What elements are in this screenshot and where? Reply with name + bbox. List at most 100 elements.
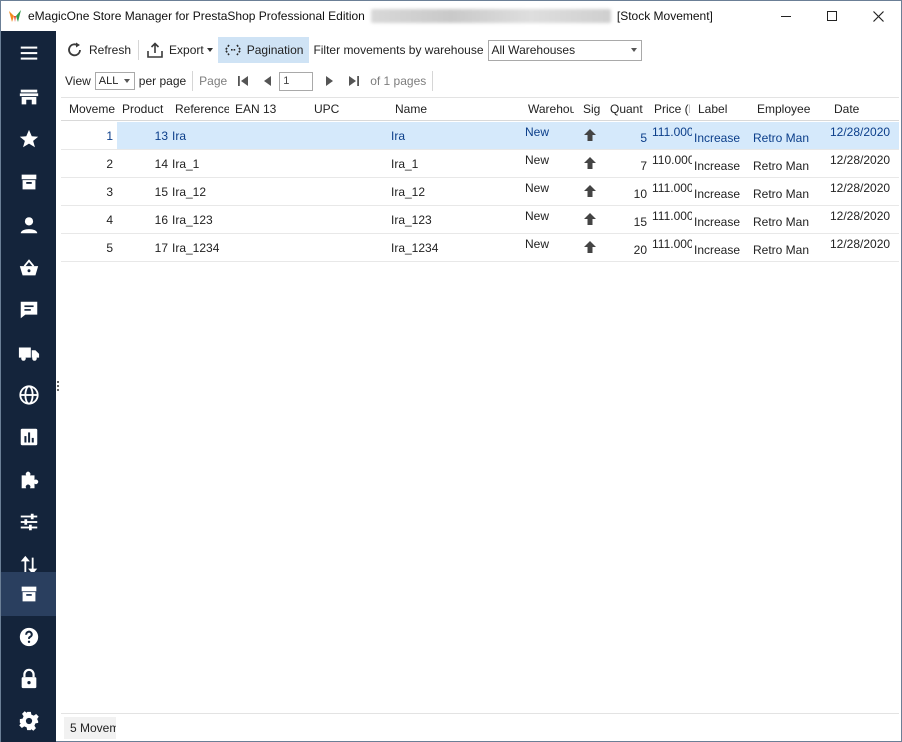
chart-icon [20, 428, 37, 446]
app-title: eMagicOne Store Manager for PrestaShop P… [28, 9, 365, 23]
previous-page-button[interactable] [258, 72, 276, 90]
sidebar-item-stock[interactable] [1, 572, 56, 616]
app-window: eMagicOne Store Manager for PrestaShop P… [0, 0, 902, 742]
refresh-button[interactable]: Refresh [61, 37, 136, 63]
sidebar-item-addons[interactable] [1, 460, 56, 500]
cell-product: 13 [154, 129, 168, 143]
status-bar: 5 Movements [61, 713, 899, 741]
panel-splitter[interactable] [57, 381, 60, 393]
arrow-up-icon [584, 129, 596, 141]
sidebar-item-settings-sliders[interactable] [1, 502, 56, 542]
export-button[interactable]: Export [141, 37, 218, 63]
cell-warehouse: New [525, 153, 550, 167]
per-page-label: per page [138, 74, 187, 88]
next-page-button[interactable] [321, 72, 339, 90]
column-header-movement[interactable]: Moveme [63, 98, 117, 121]
minimize-button[interactable] [763, 1, 809, 31]
column-header-date[interactable]: Date [828, 98, 898, 121]
chevron-down-icon [123, 79, 130, 83]
cell-quantity: 7 [640, 159, 647, 173]
cell-quantity: 20 [633, 243, 647, 257]
table-row[interactable]: 5 17 Ira_1234 Ira_1234 New 20 111.000 In… [61, 234, 899, 262]
column-header-sign[interactable]: Sig [577, 98, 605, 121]
cell-product: 16 [154, 213, 168, 227]
cell-reference: Ira [172, 129, 187, 143]
table-row[interactable]: 1 13 Ira Ira New 5 111.000 Increase Retr… [61, 122, 899, 150]
maximize-button[interactable] [809, 1, 855, 31]
cell-movement: 3 [106, 185, 113, 199]
column-header-upc[interactable]: UPC [308, 98, 388, 121]
cell-date: 12/28/2020 [830, 237, 891, 251]
cell-movement: 1 [106, 129, 113, 143]
chevron-down-icon [630, 48, 637, 52]
sidebar-item-orders[interactable] [1, 248, 56, 288]
sidebar-item-products[interactable] [1, 162, 56, 202]
maximize-icon [827, 11, 837, 21]
close-button[interactable] [855, 1, 901, 31]
sidebar-item-localization[interactable] [1, 375, 56, 415]
cell-reference: Ira_1234 [172, 241, 220, 255]
pagination-icon [224, 44, 242, 56]
column-header-label[interactable]: Label [692, 98, 748, 121]
sidebar-item-store[interactable] [1, 77, 56, 117]
cell-product: 17 [154, 241, 168, 255]
table-row[interactable]: 4 16 Ira_123 Ira_123 New 15 111.000 Incr… [61, 206, 899, 234]
pager-toolbar: View ALL per page Page 1 of 1 pages [61, 69, 899, 93]
basket-icon [19, 259, 38, 276]
stock-movement-grid: Moveme Product Reference EAN 13 UPC Name… [61, 97, 899, 711]
page-number-input[interactable]: 1 [279, 71, 314, 91]
last-page-button[interactable] [345, 72, 363, 90]
cell-quantity: 5 [640, 131, 647, 145]
cell-label: Increase [694, 243, 741, 257]
arrow-up-icon [584, 157, 596, 169]
blurred-store-name [370, 9, 611, 23]
per-page-select[interactable]: ALL [94, 72, 135, 90]
column-header-ean13[interactable]: EAN 13 [229, 98, 309, 121]
table-row[interactable]: 2 14 Ira_1 Ira_1 New 7 110.000 Increase … [61, 150, 899, 178]
cell-sign [583, 156, 599, 173]
sidebar-menu-button[interactable] [1, 33, 56, 73]
cell-reference: Ira_12 [172, 185, 207, 199]
menu-icon [20, 46, 37, 60]
column-header-employee[interactable]: Employee [751, 98, 827, 121]
record-count-label: 5 Movements [64, 717, 116, 739]
title-bar: eMagicOne Store Manager for PrestaShop P… [1, 1, 901, 31]
column-header-price[interactable]: Price (I [648, 98, 690, 121]
sidebar-item-reports[interactable] [1, 417, 56, 457]
of-pages-label: of 1 pages [370, 74, 427, 88]
cell-employee: Retro Man [753, 215, 810, 229]
sidebar-item-lock[interactable] [1, 659, 56, 699]
cell-quantity: 10 [633, 187, 647, 201]
help-icon [19, 627, 38, 647]
store-icon [19, 89, 38, 105]
sidebar-item-messages[interactable] [1, 290, 56, 330]
sidebar-item-help[interactable] [1, 617, 56, 657]
column-header-quantity[interactable]: Quant [604, 98, 650, 121]
cell-sign [583, 184, 599, 201]
cell-name: Ira_12 [391, 185, 426, 199]
cell-price: 111.000 [652, 209, 692, 223]
cell-label: Increase [694, 159, 741, 173]
warehouse-select[interactable]: All Warehouses [487, 39, 642, 61]
cell-price: 111.000 [652, 125, 692, 139]
column-header-warehouse[interactable]: Warehou [522, 98, 574, 121]
column-header-product[interactable]: Product [116, 98, 170, 121]
column-header-name[interactable]: Name [389, 98, 519, 121]
first-page-icon [238, 76, 249, 86]
table-row[interactable]: 3 15 Ira_12 Ira_12 New 10 111.000 Increa… [61, 178, 899, 206]
cell-warehouse: New [525, 125, 550, 139]
first-page-button[interactable] [234, 72, 252, 90]
cell-label: Increase [694, 131, 741, 145]
sidebar-item-shipping[interactable] [1, 333, 56, 373]
column-header-reference[interactable]: Reference [169, 98, 229, 121]
arrow-up-icon [584, 241, 596, 253]
sidebar-item-customers[interactable] [1, 205, 56, 245]
truck-icon [18, 347, 39, 361]
sidebar-item-settings[interactable] [1, 701, 56, 741]
cell-sign [583, 240, 599, 257]
cell-movement: 2 [106, 157, 113, 171]
sidebar-item-favorites[interactable] [1, 119, 56, 159]
app-logo-icon [7, 8, 23, 24]
pagination-button[interactable]: Pagination [217, 37, 310, 63]
box-icon [21, 174, 36, 190]
